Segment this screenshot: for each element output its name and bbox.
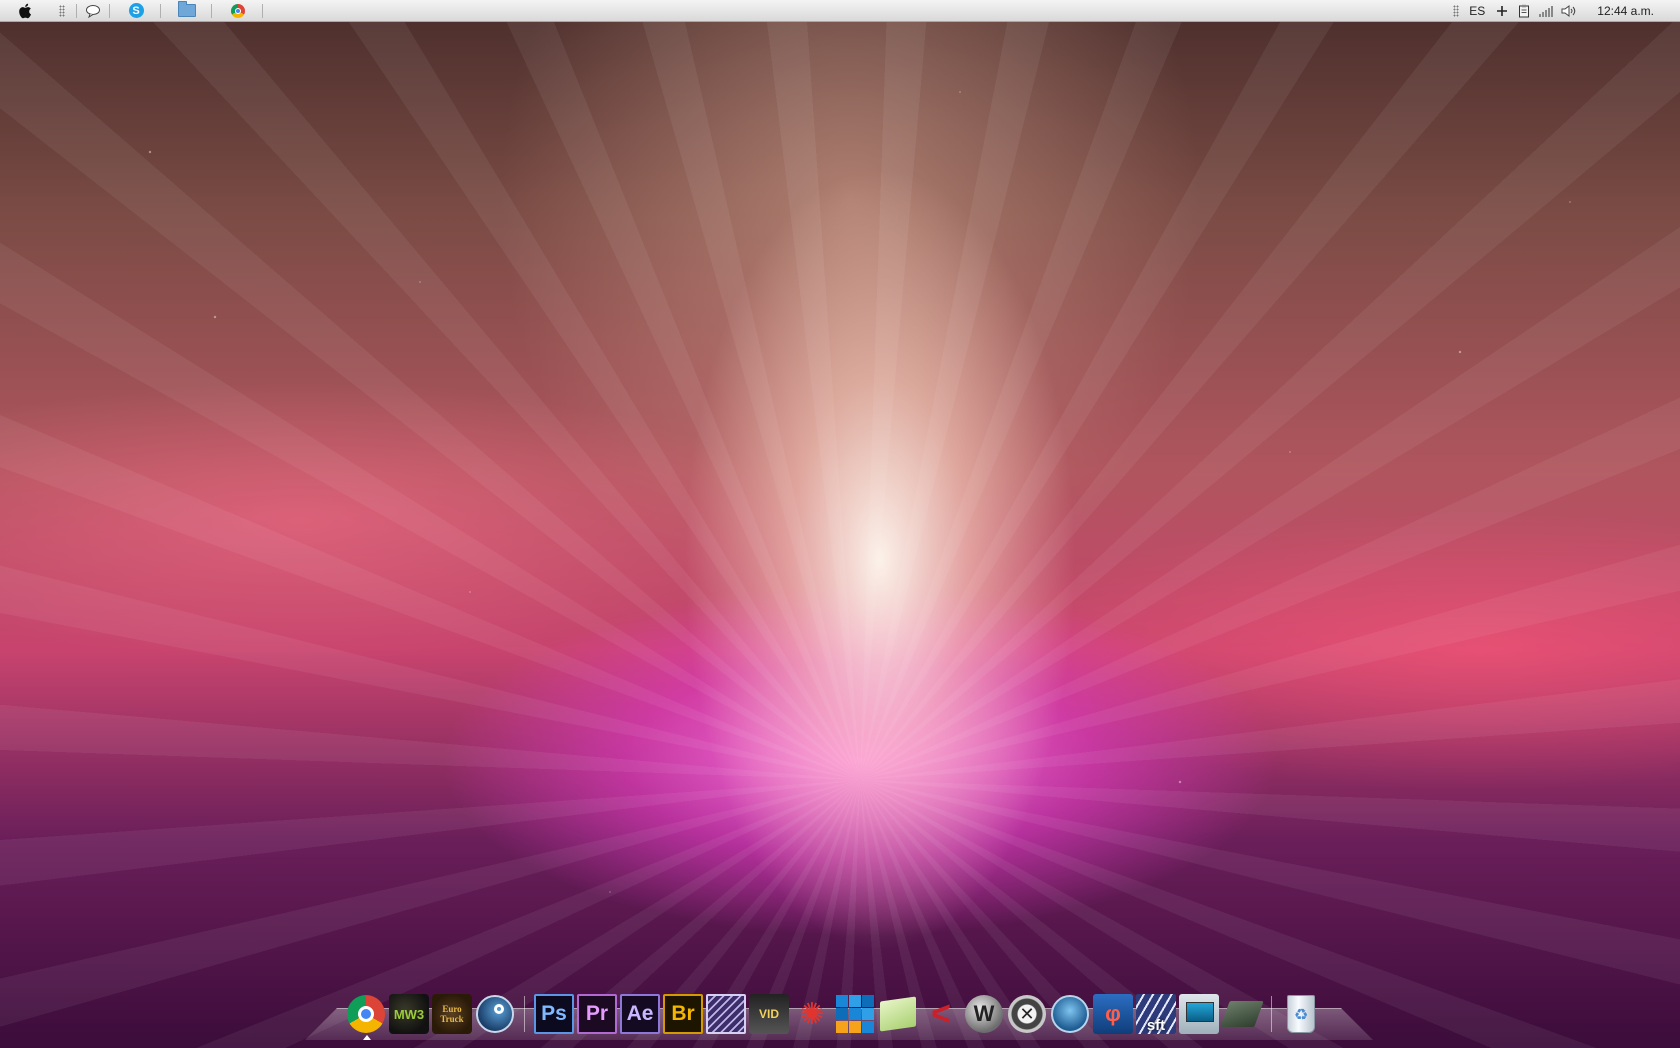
sft-icon: sft: [1146, 1017, 1166, 1034]
dock-item-premiere[interactable]: Pr: [577, 994, 617, 1034]
dock-item-photoshop[interactable]: Ps: [534, 994, 574, 1034]
paper-icon: [880, 996, 916, 1032]
dock: MW3 Euro Truck Ps Pr Ae Br VID ✺ < W ✕ φ…: [346, 990, 1321, 1040]
menu-bar: S ES 12:44 a.m.: [0, 0, 1680, 22]
chrome-icon: [347, 995, 385, 1033]
skype-icon: S: [128, 3, 144, 18]
dock-item-chrome[interactable]: [346, 994, 386, 1040]
dock-item-after-effects[interactable]: Ae: [620, 994, 660, 1034]
grip-icon[interactable]: [52, 0, 72, 22]
taskbar-tab-skype[interactable]: S: [116, 1, 156, 21]
dock-item-x-circle[interactable]: ✕: [1007, 994, 1047, 1034]
dock-item-metro-tiles[interactable]: [835, 994, 875, 1034]
chrome-icon: [231, 3, 245, 18]
menu-separator: [109, 3, 110, 18]
dock-item-media-encoder[interactable]: [706, 994, 746, 1034]
clipboard-icon[interactable]: [1513, 0, 1535, 22]
status-area: ES 12:44 a.m.: [1449, 0, 1680, 22]
menu-separator: [211, 3, 212, 18]
trash-icon: ♻: [1287, 995, 1315, 1033]
ram-icon: [1220, 1001, 1264, 1027]
dock-item-system-monitor[interactable]: [1179, 994, 1219, 1034]
clock[interactable]: 12:44 a.m.: [1581, 4, 1680, 18]
circle-icon: ✕: [1008, 995, 1046, 1033]
waves-icon: W: [965, 995, 1003, 1033]
menu-separator: [76, 3, 77, 18]
photoshop-icon: Ps: [541, 1002, 567, 1025]
premiere-icon: Pr: [585, 1002, 609, 1025]
cubase-icon: <: [931, 994, 951, 1033]
tiles-icon: [836, 995, 874, 1033]
dock-item-sft[interactable]: sft: [1136, 994, 1176, 1034]
taskbar-tab-explorer[interactable]: [167, 1, 207, 21]
dock-separator: [524, 996, 525, 1032]
dock-separator: [1271, 996, 1272, 1032]
game-icon-label: MW3: [393, 1006, 425, 1022]
bridge-icon: Br: [671, 1002, 695, 1025]
menu-separator: [262, 3, 263, 18]
dock-item-euro-truck-simulator[interactable]: Euro Truck: [432, 994, 472, 1034]
dock-item-dial[interactable]: [1050, 994, 1090, 1034]
signal-icon[interactable]: [1535, 0, 1557, 22]
clapper-icon: VID: [758, 1007, 779, 1021]
dock-item-cubase[interactable]: <: [921, 994, 961, 1034]
dock-item-memory[interactable]: [1220, 994, 1264, 1034]
menu-separator: [160, 3, 161, 18]
taskbar-tab-chrome[interactable]: [218, 1, 258, 21]
dock-item-recycle-bin[interactable]: ♻: [1281, 994, 1321, 1034]
dock-item-video-converter[interactable]: VID: [749, 994, 789, 1034]
apple-icon[interactable]: [0, 0, 52, 22]
dock-item-steam[interactable]: [475, 994, 515, 1034]
language-indicator[interactable]: ES: [1463, 4, 1491, 18]
volume-icon[interactable]: [1557, 0, 1581, 22]
desktop[interactable]: S ES 12:44 a.m. MW3 Euro Truck Ps Pr Ae …: [0, 0, 1680, 1048]
after-effects-icon: Ae: [626, 1002, 654, 1025]
vegas-icon: φ: [1105, 1001, 1121, 1026]
dock-item-modern-warfare-3[interactable]: MW3: [389, 994, 429, 1034]
dock-item-red-app[interactable]: ✺: [792, 994, 832, 1034]
steam-icon: [476, 995, 514, 1033]
dial-icon: [1051, 995, 1089, 1033]
grip-icon[interactable]: [1449, 0, 1463, 22]
splash-icon: ✺: [799, 996, 825, 1032]
truck-icon-label: Euro Truck: [440, 1004, 464, 1024]
dock-item-vegas-pro[interactable]: φ: [1093, 994, 1133, 1034]
dock-item-bridge[interactable]: Br: [663, 994, 703, 1034]
plus-icon[interactable]: [1491, 0, 1513, 22]
dock-item-notes[interactable]: [878, 994, 918, 1034]
wallpaper-stars: [0, 22, 1680, 1048]
dock-item-waves[interactable]: W: [964, 994, 1004, 1034]
folder-icon: [178, 1, 196, 17]
speech-bubble-icon[interactable]: [81, 0, 105, 22]
